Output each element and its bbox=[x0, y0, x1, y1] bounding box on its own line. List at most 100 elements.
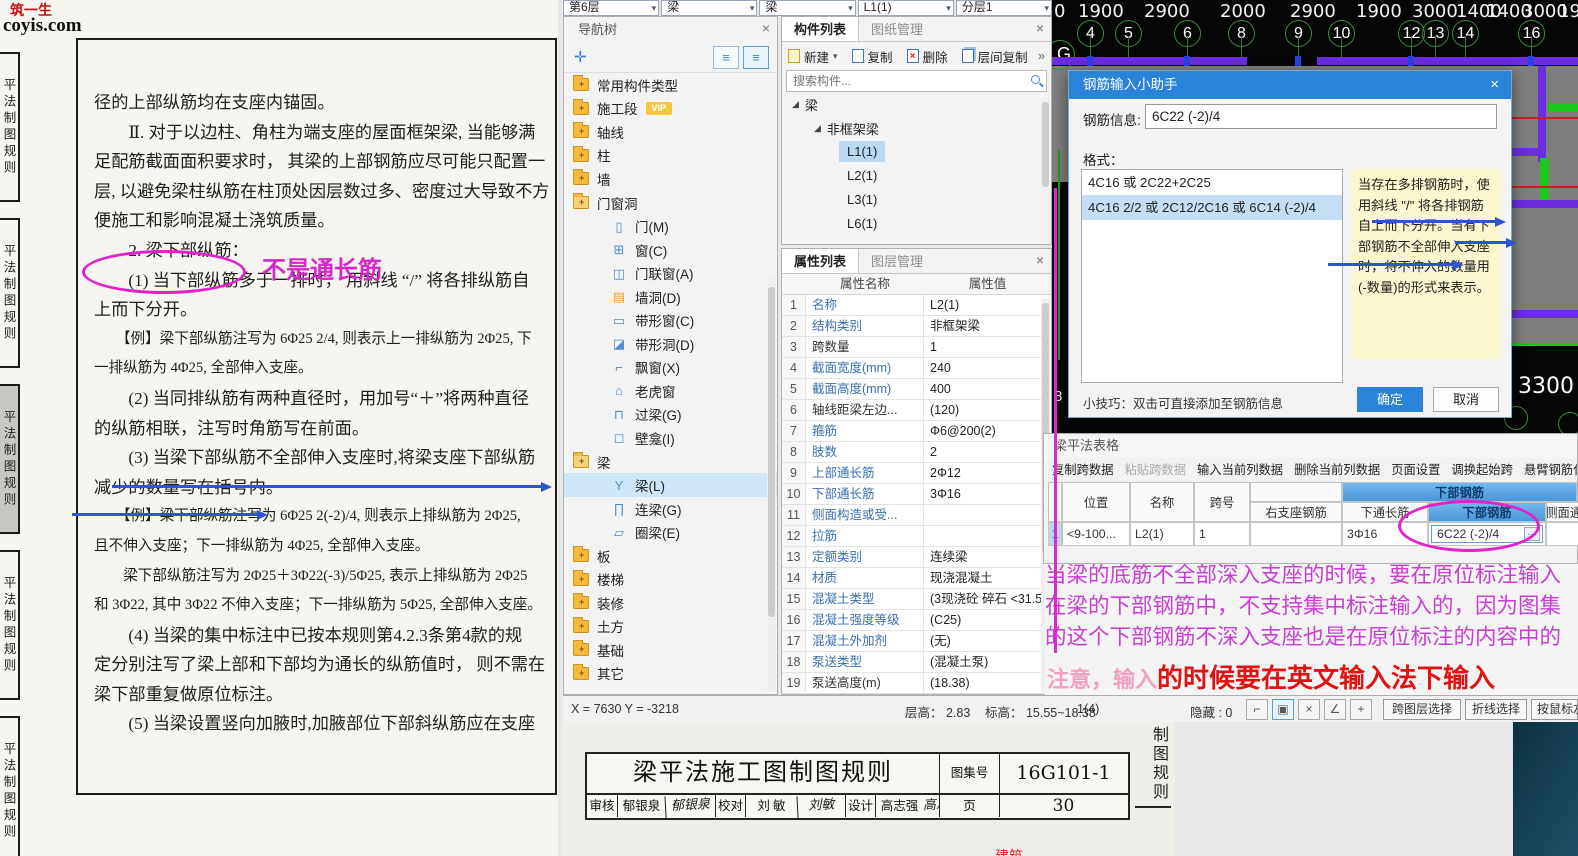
property-value[interactable]: (混凝土泵) bbox=[924, 652, 1051, 672]
property-value[interactable]: (无) bbox=[924, 631, 1051, 651]
cell-position[interactable]: <9-100... bbox=[1062, 522, 1130, 546]
navtree-item[interactable]: ▤ 墙洞(D) bbox=[564, 285, 777, 309]
property-row[interactable]: 14 材质 现浇混凝土 bbox=[782, 568, 1051, 589]
beam-table-tool[interactable]: 悬臂钢筋代号 bbox=[1524, 460, 1577, 478]
property-value[interactable]: Φ6@200(2) bbox=[924, 421, 1051, 441]
close-icon[interactable]: × bbox=[1036, 253, 1044, 267]
ok-button[interactable]: 确定 bbox=[1357, 387, 1423, 412]
polyline-select-button[interactable]: 折线选择 bbox=[1465, 699, 1527, 720]
close-icon[interactable]: × bbox=[1036, 21, 1044, 35]
navtree-item[interactable]: 梁 bbox=[564, 450, 777, 474]
navtree-item[interactable]: 装修 bbox=[564, 591, 777, 615]
navtree-item[interactable]: 门窗洞 bbox=[564, 191, 777, 215]
cross-icon[interactable]: × bbox=[1298, 699, 1320, 720]
property-row[interactable]: 9 上部通长筋 2Φ12 bbox=[782, 463, 1051, 484]
delete-button[interactable]: 删除 bbox=[923, 47, 948, 66]
close-icon[interactable]: × bbox=[1490, 76, 1499, 93]
property-value[interactable]: 400 bbox=[924, 379, 1051, 399]
beam-table-tool[interactable]: 页面设置 bbox=[1391, 460, 1440, 478]
tab-drawing-management[interactable]: 图纸管理 bbox=[859, 17, 935, 41]
component-item[interactable]: L6(1) bbox=[782, 212, 1051, 236]
navtree-item[interactable]: 施工段 VIP bbox=[564, 97, 777, 121]
navtree-item[interactable]: ▯ 门(M) bbox=[564, 214, 777, 238]
property-row[interactable]: 16 混凝土强度等级 (C25) bbox=[782, 610, 1051, 631]
search-input[interactable] bbox=[787, 71, 1017, 91]
navtree-item[interactable]: 楼梯 bbox=[564, 567, 777, 591]
navtree-item[interactable]: Y 梁(L) bbox=[564, 473, 777, 497]
property-row[interactable]: 10 下部通长筋 3Φ16 bbox=[782, 484, 1051, 505]
property-value[interactable]: 2 bbox=[924, 442, 1051, 462]
beam-table-tool[interactable]: 输入当前列数据 bbox=[1197, 460, 1283, 478]
search-icon[interactable] bbox=[1031, 75, 1040, 84]
navtree-item[interactable]: 板 bbox=[564, 544, 777, 568]
navtree-item[interactable]: ⊞ 窗(C) bbox=[564, 238, 777, 262]
property-value[interactable]: 1 bbox=[924, 337, 1051, 357]
navtree-item[interactable]: 土方 bbox=[564, 615, 777, 639]
list-view-button[interactable]: ≡ bbox=[713, 46, 739, 69]
layer-copy-button[interactable]: 层间复制 bbox=[978, 47, 1028, 66]
property-value[interactable]: L2(1) bbox=[924, 295, 1051, 315]
cross-layer-select-button[interactable]: 跨图层选择 bbox=[1383, 699, 1461, 720]
beam-table-tool[interactable]: 删除当前列数据 bbox=[1294, 460, 1380, 478]
navtree-item[interactable]: 墙 bbox=[564, 167, 777, 191]
navtree-item[interactable]: ⌐ 飘窗(X) bbox=[564, 356, 777, 380]
navtree-item[interactable]: ◫ 门联窗(A) bbox=[564, 261, 777, 285]
format-option[interactable]: 4C16 或 2C22+2C25 bbox=[1082, 170, 1342, 195]
context-dropdown[interactable]: L1(1) ▾ bbox=[857, 0, 954, 16]
property-row[interactable]: 2 结构类别 非框架梁 bbox=[782, 316, 1051, 337]
navtree-item[interactable]: 基础 bbox=[564, 638, 777, 662]
property-row[interactable]: 3 跨数量 1 bbox=[782, 337, 1051, 358]
cell-side-rebar[interactable] bbox=[1546, 522, 1578, 546]
navtree-scrollbar[interactable] bbox=[767, 277, 776, 692]
property-value[interactable]: (120) bbox=[924, 400, 1051, 420]
card-view-button[interactable]: ≡ bbox=[743, 46, 769, 69]
navtree-item[interactable]: ◻ 壁龛(I) bbox=[564, 426, 777, 450]
chevron-down-icon[interactable]: ▾ bbox=[833, 51, 838, 62]
tab-layer-management[interactable]: 图层管理 bbox=[859, 249, 935, 273]
context-dropdown[interactable]: 梁 ▾ bbox=[759, 0, 856, 16]
cell-right-support[interactable] bbox=[1250, 522, 1342, 546]
tab-property-list[interactable]: 属性列表 bbox=[782, 249, 860, 273]
new-button[interactable]: 新建 bbox=[804, 47, 829, 66]
property-value[interactable]: (C25) bbox=[924, 610, 1051, 630]
property-value[interactable]: (18.38) bbox=[924, 673, 1051, 693]
property-value[interactable] bbox=[924, 526, 1051, 546]
context-dropdown[interactable]: 梁 ▾ bbox=[661, 0, 758, 16]
navtree-item[interactable]: 轴线 bbox=[564, 120, 777, 144]
overflow-icon[interactable]: » bbox=[1038, 49, 1045, 63]
property-row[interactable]: 6 轴线距梁左边... (120) bbox=[782, 400, 1051, 421]
cancel-button[interactable]: 取消 bbox=[1433, 387, 1499, 412]
component-scrollbar[interactable] bbox=[1041, 97, 1050, 242]
property-row[interactable]: 8 肢数 2 bbox=[782, 442, 1051, 463]
navtree-item[interactable]: 常用构件类型 bbox=[564, 73, 777, 97]
beam-table-tool[interactable]: 复制跨数据 bbox=[1052, 460, 1114, 478]
expander-icon[interactable]: ◢ bbox=[814, 123, 821, 134]
property-value[interactable]: 240 bbox=[924, 358, 1051, 378]
rebar-info-input[interactable] bbox=[1145, 104, 1497, 129]
beam-table-tool[interactable]: 调换起始跨 bbox=[1451, 460, 1513, 478]
copy-button[interactable]: 复制 bbox=[868, 47, 893, 66]
property-value[interactable] bbox=[924, 505, 1051, 525]
property-row[interactable]: 17 混凝土外加剂 (无) bbox=[782, 631, 1051, 652]
property-row[interactable]: 7 箍筋 Φ6@200(2) bbox=[782, 421, 1051, 442]
property-value[interactable]: 3Φ16 bbox=[924, 484, 1051, 504]
navtree-item[interactable]: ▭ 带形窗(C) bbox=[564, 308, 777, 332]
context-dropdown[interactable]: 第6层 ▾ bbox=[563, 0, 660, 16]
property-row[interactable]: 19 泵送高度(m) (18.38) bbox=[782, 673, 1051, 694]
navtree-item[interactable]: ⌂ 老虎窗 bbox=[564, 379, 777, 403]
component-group-root[interactable]: ◢ 梁 bbox=[782, 92, 1051, 116]
navtree-item[interactable]: ◪ 带形洞(D) bbox=[564, 332, 777, 356]
navtree-item[interactable]: ∏ 连梁(G) bbox=[564, 497, 777, 521]
format-option[interactable]: 4C16 2/2 或 2C12/2C16 或 6C14 (-2)/4 bbox=[1082, 195, 1342, 220]
close-icon[interactable]: × bbox=[762, 21, 770, 35]
property-row[interactable]: 15 混凝土类型 (3现浇砼 碎石 <31.5... bbox=[782, 589, 1051, 610]
property-row[interactable]: 12 拉筋 bbox=[782, 526, 1051, 547]
plus-icon[interactable]: + bbox=[1350, 699, 1372, 720]
navtree-item[interactable]: ⊓ 过梁(G) bbox=[564, 403, 777, 427]
tab-component-list[interactable]: 构件列表 bbox=[782, 17, 860, 41]
property-value[interactable]: 现浇混凝土 bbox=[924, 568, 1051, 588]
component-item[interactable]: L1(1) bbox=[782, 140, 1051, 164]
navtree-item[interactable]: 柱 bbox=[564, 144, 777, 168]
property-value[interactable]: 2Φ12 bbox=[924, 463, 1051, 483]
navtree-item[interactable]: ▱ 圈梁(E) bbox=[564, 520, 777, 544]
